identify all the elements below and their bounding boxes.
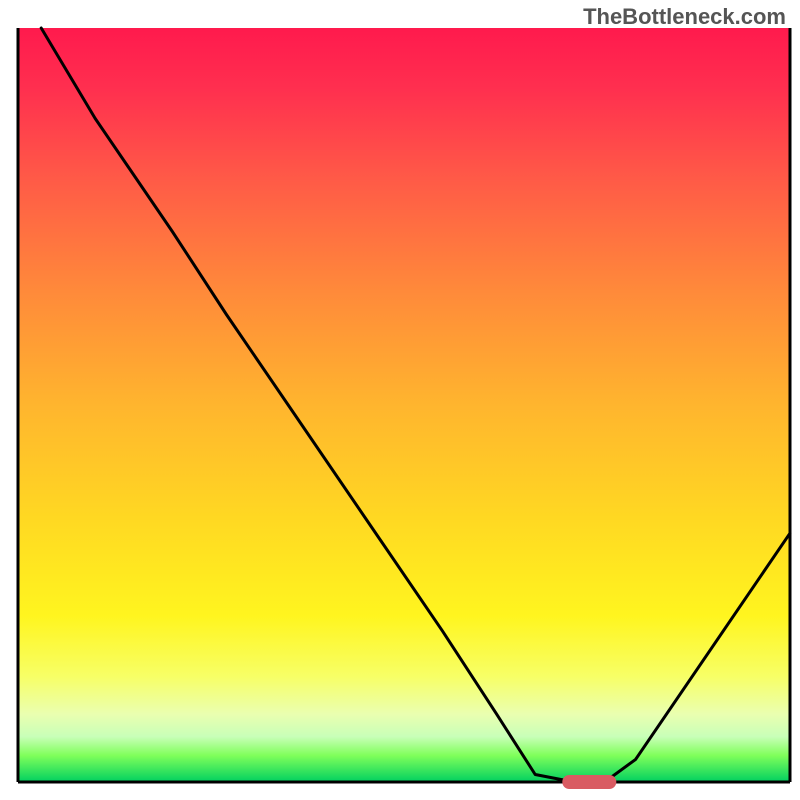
optimal-marker [562, 775, 616, 789]
bottleneck-chart [0, 0, 800, 800]
watermark-text: TheBottleneck.com [583, 4, 786, 30]
chart-container: TheBottleneck.com [0, 0, 800, 800]
